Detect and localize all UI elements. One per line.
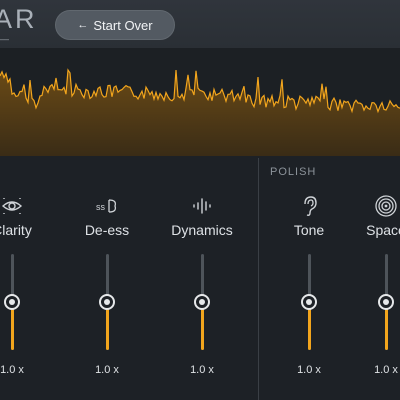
- eye-icon: [1, 198, 23, 214]
- de-ess-value: 1.0 x: [95, 364, 119, 376]
- space-slider[interactable]: [378, 254, 394, 350]
- space-value: 1.0 x: [374, 364, 398, 376]
- spectrum-display: [0, 48, 400, 156]
- spectrum-area: [0, 70, 400, 156]
- clarity-value: 1.0 x: [0, 364, 24, 376]
- module-label: Space: [366, 222, 400, 238]
- polish-section-label: POLISH: [270, 166, 317, 178]
- slider-thumb[interactable]: [301, 294, 317, 310]
- module-label: Tone: [293, 222, 325, 238]
- dynamics-slider[interactable]: [194, 254, 210, 350]
- start-over-label: Start Over: [93, 17, 153, 33]
- start-over-button[interactable]: ← Start Over: [55, 10, 175, 40]
- app-title: AR: [0, 4, 38, 34]
- ear-icon: [304, 196, 317, 216]
- header-bar: AR — ← Start Over: [0, 0, 400, 48]
- slider-thumb[interactable]: [4, 294, 20, 310]
- module-label: Dynamics: [171, 222, 233, 238]
- target-icon: [375, 195, 397, 217]
- module-space: Space 1.0 x: [346, 190, 400, 400]
- de-ess-slider[interactable]: [99, 254, 115, 350]
- slider-thumb[interactable]: [99, 294, 115, 310]
- svg-text:ss: ss: [96, 202, 106, 212]
- module-label: De-ess: [84, 222, 130, 238]
- module-clarity: Clarity 1.0 x: [0, 190, 52, 400]
- arrow-left-icon: ←: [77, 19, 89, 31]
- section-divider: [258, 158, 259, 400]
- de-ess-icon: ss: [96, 199, 117, 213]
- dynamics-value: 1.0 x: [190, 364, 214, 376]
- spectrum-graph: [0, 68, 400, 156]
- module-dynamics: Dynamics 1.0 x: [162, 190, 242, 400]
- module-label: Clarity: [0, 222, 32, 238]
- app-subtitle: —: [0, 34, 9, 44]
- waveform-icon: [193, 198, 211, 214]
- clarity-slider[interactable]: [4, 254, 20, 350]
- slider-thumb[interactable]: [194, 294, 210, 310]
- tone-value: 1.0 x: [297, 364, 321, 376]
- tone-slider[interactable]: [301, 254, 317, 350]
- module-tone: Tone 1.0 x: [269, 190, 349, 400]
- slider-thumb[interactable]: [378, 294, 394, 310]
- module-de-ess: ss De-ess 1.0 x: [67, 190, 147, 400]
